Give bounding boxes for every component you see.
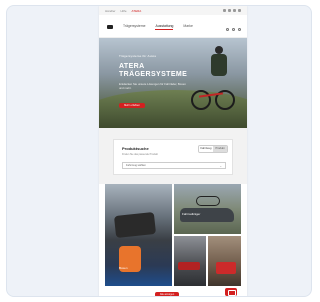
carrier-image (216, 262, 236, 274)
gallery-tile-bike-carrier[interactable]: Fahrradträger (174, 184, 241, 234)
topbar-item-dealer[interactable]: Händler (105, 9, 116, 13)
nav-item-brand[interactable]: Marke (183, 24, 192, 30)
show-all-button[interactable]: Alle anzeigen (155, 292, 179, 296)
nav-item-equipment[interactable]: Ausstattung (155, 24, 174, 30)
hero-banner: Trägersysteme für Autos ATERA TRÄGERSYST… (99, 38, 247, 128)
preview-card: Händler Hilfe ATERA Trägersysteme Aussta… (6, 5, 312, 297)
topbar-icons (223, 9, 241, 12)
flag-icon[interactable] (223, 9, 226, 12)
search-icon[interactable] (226, 28, 229, 31)
gallery-tile-trailer[interactable] (208, 236, 241, 286)
nav-links: Trägersysteme Ausstattung Marke (123, 24, 193, 30)
hero-title: ATERA TRÄGERSYSTEME (119, 63, 188, 78)
nav-icons (226, 28, 241, 31)
configurator-toggle: Fahrzeug Produkt (198, 145, 228, 153)
gallery-tile-tailgate[interactable] (174, 236, 206, 286)
toggle-product[interactable]: Produkt (213, 146, 227, 152)
bike-image (196, 196, 220, 206)
configurator-section: Produktsuche Finden Sie das passende Pro… (99, 128, 247, 184)
website-preview: Händler Hilfe ATERA Trägersysteme Aussta… (99, 6, 247, 296)
chevron-down-icon: ⌄ (219, 164, 222, 168)
topbar-item-help[interactable]: Hilfe (121, 9, 127, 13)
hero-cta-button[interactable]: Mehr erfahren (119, 103, 145, 108)
gallery-tile-roof-box[interactable]: Boxen (105, 184, 172, 286)
roof-box-image (113, 211, 157, 239)
configurator-text: Finden Sie das passende Produkt (122, 153, 158, 156)
main-nav: Trägersysteme Ausstattung Marke (99, 15, 247, 38)
topbar-item-brand[interactable]: ATERA (132, 9, 142, 13)
user-icon[interactable] (228, 9, 231, 12)
chat-icon[interactable] (225, 288, 237, 296)
gallery-tile-label: Boxen (119, 266, 128, 270)
account-icon[interactable] (232, 28, 235, 31)
nav-item-systems[interactable]: Trägersysteme (123, 24, 145, 30)
vehicle-select-placeholder: Fahrzeug wählen (126, 164, 146, 167)
configurator-title: Produktsuche (122, 146, 149, 151)
vehicle-select[interactable]: Fahrzeug wählen ⌄ (122, 162, 226, 169)
carrier-image (178, 262, 200, 270)
gallery-tile-label: Fahrradträger (182, 212, 201, 216)
configurator-card: Produktsuche Finden Sie das passende Pro… (113, 139, 233, 175)
hero-kicker: Trägersysteme für Autos (119, 54, 157, 58)
cart-icon[interactable] (233, 9, 236, 12)
search-icon[interactable] (238, 9, 241, 12)
cart-icon[interactable] (238, 28, 241, 31)
hero-subtitle: Entdecken Sie unsere Lösungen für Fahrrä… (119, 82, 186, 90)
toggle-vehicle[interactable]: Fahrzeug (199, 146, 213, 152)
top-utility-bar: Händler Hilfe ATERA (99, 6, 247, 15)
logo[interactable] (107, 25, 113, 29)
bike-wheel (191, 90, 211, 110)
